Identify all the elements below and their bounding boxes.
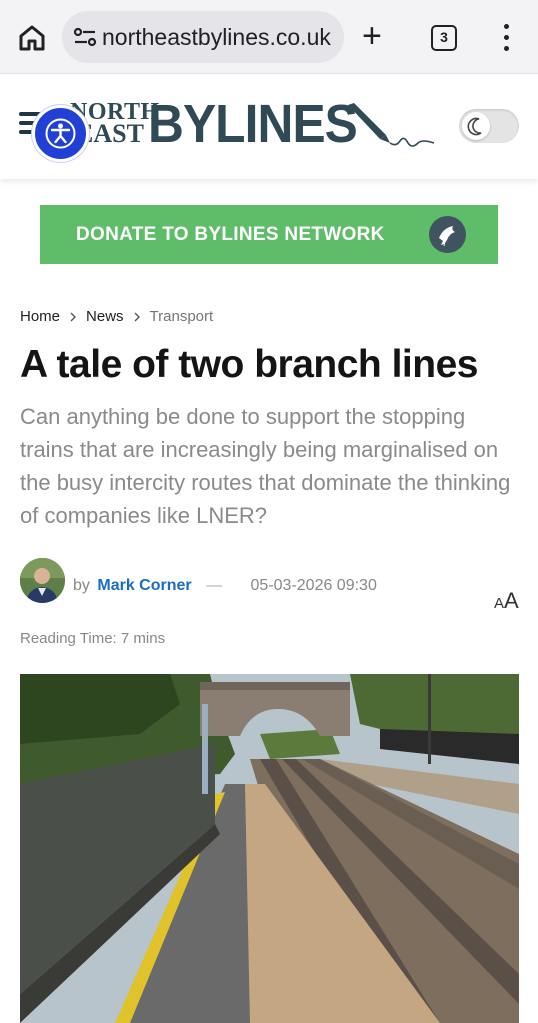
pen-nib-icon	[348, 103, 435, 147]
font-size-button[interactable]: AA	[494, 588, 519, 614]
logo-bylines-text: BYLINES	[148, 94, 358, 154]
donate-label: DONATE TO BYLINES NETWORK	[76, 224, 385, 245]
article-hero-image[interactable]	[20, 674, 519, 1023]
article-title: A tale of two branch lines	[20, 343, 478, 386]
chevron-right-icon	[134, 312, 140, 322]
new-tab-icon[interactable]: +	[362, 18, 382, 54]
moon-icon	[462, 112, 490, 140]
breadcrumb-news[interactable]: News	[86, 308, 124, 325]
breadcrumb: Home News Transport	[20, 308, 213, 325]
font-size-small: A	[494, 595, 505, 612]
dark-mode-toggle[interactable]	[459, 109, 519, 143]
site-logo[interactable]: NORTH EAST BYLINES	[70, 94, 440, 157]
accessibility-button[interactable]	[32, 105, 89, 162]
byline-separator: —	[206, 577, 223, 594]
home-icon[interactable]	[16, 22, 48, 54]
reading-time: Reading Time: 7 mins	[20, 630, 166, 647]
author-link[interactable]: Mark Corner	[97, 577, 191, 594]
chevron-right-icon	[70, 312, 77, 322]
author-avatar[interactable]	[20, 558, 65, 603]
article-standfirst: Can anything be done to support the stop…	[20, 404, 511, 528]
font-size-large: A	[504, 588, 519, 613]
byline: by Mark Corner — 05-03-2026 09:30	[73, 577, 377, 595]
donate-banner[interactable]: DONATE TO BYLINES NETWORK	[40, 205, 498, 264]
tab-switcher-button[interactable]: 3	[431, 25, 457, 51]
site-header: NORTH EAST BYLINES	[0, 75, 538, 179]
address-bar[interactable]: northeastbylines.co.uk	[62, 11, 344, 63]
breadcrumb-home[interactable]: Home	[20, 308, 60, 325]
breadcrumb-transport[interactable]: Transport	[150, 308, 214, 325]
url-text[interactable]: northeastbylines.co.uk	[102, 24, 340, 51]
site-info-icon[interactable]	[72, 25, 98, 49]
accessibility-icon	[45, 118, 76, 149]
publish-date: 05-03-2026 09:30	[250, 577, 377, 594]
browser-toolbar: northeastbylines.co.uk + 3	[0, 0, 538, 74]
overflow-menu-icon[interactable]	[496, 22, 516, 54]
bird-logo-icon	[429, 216, 466, 253]
byline-prefix: by	[73, 577, 90, 594]
